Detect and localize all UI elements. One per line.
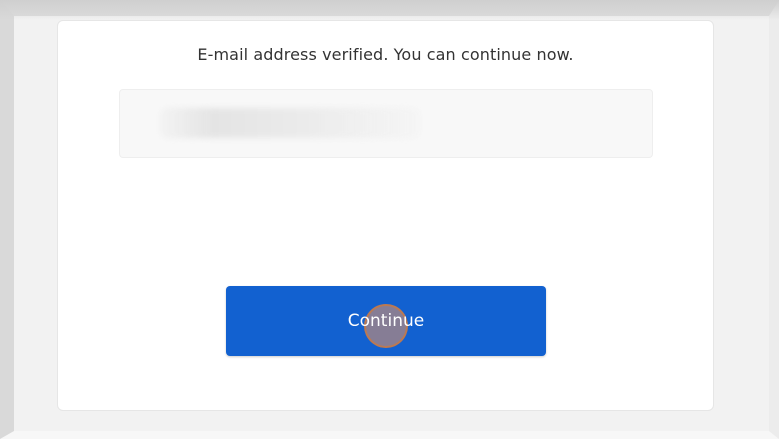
continue-button[interactable]: Continue <box>226 286 546 356</box>
top-shadow <box>0 0 779 20</box>
verification-card: E-mail address verified. You can continu… <box>57 20 714 411</box>
redacted-email <box>160 108 420 138</box>
verified-email-box <box>119 89 653 158</box>
continue-button-label: Continue <box>347 311 425 331</box>
verification-message: E-mail address verified. You can continu… <box>197 45 574 64</box>
